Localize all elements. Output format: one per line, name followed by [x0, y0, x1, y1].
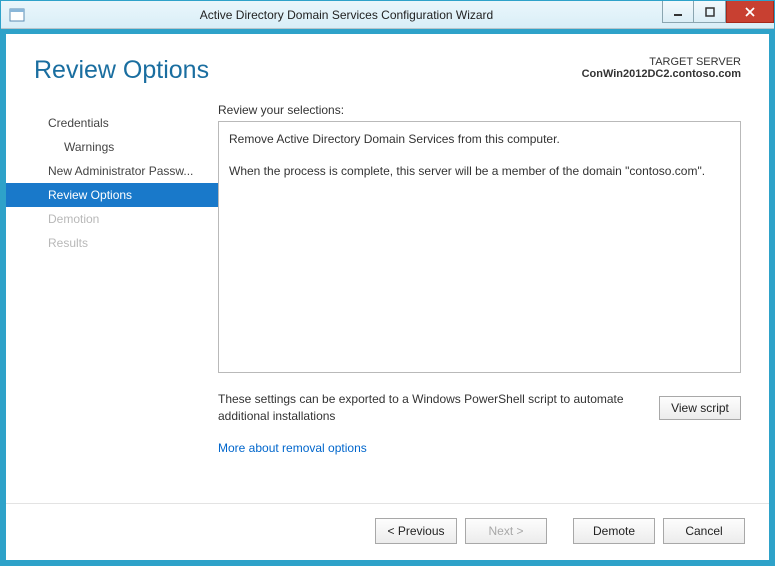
next-button: Next >	[465, 518, 547, 544]
view-script-button[interactable]: View script	[659, 396, 741, 420]
review-line: When the process is complete, this serve…	[229, 162, 730, 180]
maximize-button[interactable]	[694, 1, 726, 23]
content-frame: Review Options TARGET SERVER ConWin2012D…	[1, 29, 774, 565]
target-server-label: TARGET SERVER	[582, 56, 741, 68]
sidebar: Credentials Warnings New Administrator P…	[6, 103, 218, 503]
window: Active Directory Domain Services Configu…	[0, 0, 775, 566]
maximize-icon	[705, 7, 715, 17]
main-pane: Review your selections: Remove Active Di…	[218, 103, 741, 503]
footer: < Previous Next > Demote Cancel	[6, 503, 769, 560]
page-title: Review Options	[34, 56, 209, 85]
header: Review Options TARGET SERVER ConWin2012D…	[6, 34, 769, 93]
window-controls	[662, 1, 774, 28]
body-row: Credentials Warnings New Administrator P…	[6, 93, 769, 503]
more-about-removal-link[interactable]: More about removal options	[218, 441, 741, 455]
review-line: Remove Active Directory Domain Services …	[229, 130, 730, 148]
target-server-block: TARGET SERVER ConWin2012DC2.contoso.com	[582, 56, 741, 80]
close-button[interactable]	[726, 1, 774, 23]
review-section-label: Review your selections:	[218, 103, 741, 117]
target-server-name: ConWin2012DC2.contoso.com	[582, 68, 741, 80]
cancel-button[interactable]: Cancel	[663, 518, 745, 544]
sidebar-item-warnings[interactable]: Warnings	[6, 135, 218, 159]
sidebar-item-demotion: Demotion	[6, 207, 218, 231]
export-description: These settings can be exported to a Wind…	[218, 391, 649, 425]
app-icon	[9, 7, 25, 23]
sidebar-item-credentials[interactable]: Credentials	[6, 111, 218, 135]
sidebar-item-review-options[interactable]: Review Options	[6, 183, 218, 207]
previous-button[interactable]: < Previous	[375, 518, 457, 544]
titlebar[interactable]: Active Directory Domain Services Configu…	[1, 1, 774, 29]
export-row: These settings can be exported to a Wind…	[218, 391, 741, 425]
demote-button[interactable]: Demote	[573, 518, 655, 544]
review-textbox[interactable]: Remove Active Directory Domain Services …	[218, 121, 741, 373]
sidebar-item-results: Results	[6, 231, 218, 255]
minimize-button[interactable]	[662, 1, 694, 23]
close-icon	[744, 6, 756, 18]
window-title: Active Directory Domain Services Configu…	[31, 8, 662, 22]
content: Review Options TARGET SERVER ConWin2012D…	[6, 34, 769, 560]
sidebar-item-new-admin-password[interactable]: New Administrator Passw...	[6, 159, 218, 183]
minimize-icon	[673, 7, 683, 17]
